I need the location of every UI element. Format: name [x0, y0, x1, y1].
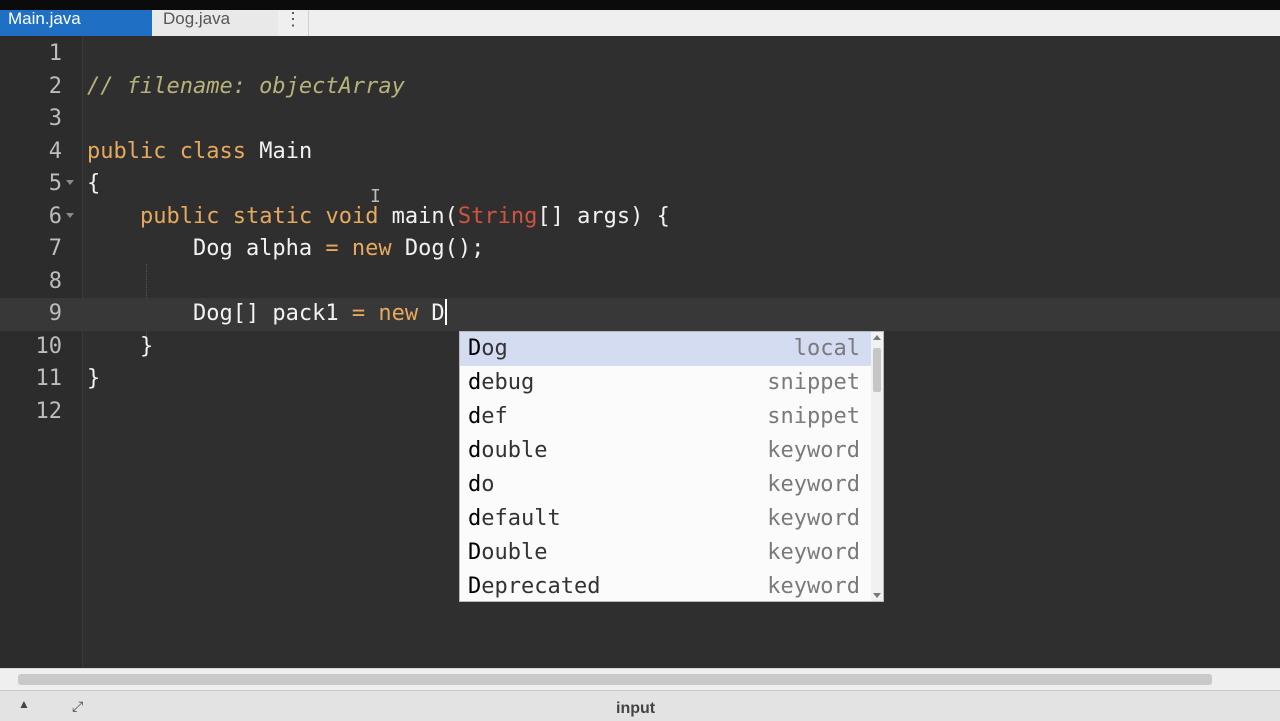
code-line-8[interactable]: 8 — [0, 266, 1280, 299]
scroll-up-arrow-icon[interactable] — [873, 335, 881, 340]
code-line-1[interactable]: 1 — [0, 38, 1280, 71]
code-text: { — [87, 171, 101, 196]
autocomplete-item-name: debug — [468, 370, 535, 395]
autocomplete-item-name: Double — [468, 540, 548, 565]
code-line-2[interactable]: 2 // filename: objectArray — [0, 71, 1280, 104]
autocomplete-item-kind: keyword — [767, 438, 860, 463]
line-number: 5 — [48, 171, 62, 196]
bottom-panel-bar: ▲ ⤢ input — [0, 690, 1280, 721]
kebab-menu-icon[interactable]: ⋮ — [278, 10, 309, 36]
line-number: 4 — [48, 138, 62, 164]
line-number: 11 — [35, 366, 63, 391]
line-number: 1 — [48, 41, 62, 66]
autocomplete-item-kind: keyword — [767, 472, 860, 497]
autocomplete-item-name: default — [468, 506, 561, 531]
autocomplete-item-dog[interactable]: Dog local — [460, 332, 872, 366]
line-number: 2 — [48, 73, 62, 99]
autocomplete-item-deprecated[interactable]: Deprecated keyword — [460, 570, 872, 601]
code-line-5[interactable]: 5 { — [0, 168, 1280, 201]
autocomplete-item-kind: keyword — [767, 506, 860, 531]
code-text: } — [87, 366, 101, 391]
line-number: 7 — [48, 236, 62, 261]
line-number: 10 — [35, 333, 63, 359]
scroll-down-arrow-icon[interactable] — [873, 593, 881, 598]
autocomplete-item-name: Deprecated — [468, 574, 601, 599]
code-text: public class Main — [87, 138, 313, 164]
autocomplete-item-do[interactable]: do keyword — [460, 468, 872, 502]
text-caret — [444, 299, 447, 325]
autocomplete-item-kind: snippet — [767, 404, 860, 429]
code-text: Dog[] pack1 = new D — [87, 299, 447, 326]
collapse-chevron-icon[interactable]: ▲ — [18, 697, 30, 711]
line-number: 12 — [35, 398, 63, 424]
code-line-4[interactable]: 4 public class Main — [0, 136, 1280, 169]
tab-dog-java[interactable]: Dog.java — [152, 10, 278, 36]
autocomplete-item-name: do — [468, 472, 495, 497]
autocomplete-item-name: def — [468, 404, 508, 429]
autocomplete-item-kind: keyword — [767, 540, 860, 565]
autocomplete-popup[interactable]: Dog local debug snippet def snippet double keyw… — [459, 331, 884, 602]
input-panel-label: input — [616, 700, 656, 717]
line-number: 3 — [48, 106, 62, 131]
code-line-9-current[interactable]: 9 Dog[] pack1 = new D — [0, 298, 1280, 331]
autocomplete-item-kind: local — [793, 336, 860, 361]
autocomplete-item-debug[interactable]: debug snippet — [460, 366, 872, 400]
autocomplete-item-double[interactable]: Double keyword — [460, 536, 872, 570]
code-line-3[interactable]: 3 — [0, 103, 1280, 136]
autocomplete-scrollbar[interactable] — [871, 332, 883, 601]
autocomplete-item-kind: snippet — [767, 370, 860, 395]
line-number: 6 — [48, 203, 62, 229]
autocomplete-item-double[interactable]: double keyword — [460, 434, 872, 468]
fold-arrow-icon[interactable] — [66, 180, 74, 185]
autocomplete-item-name: double — [468, 438, 548, 463]
horizontal-scrollbar[interactable] — [0, 668, 1280, 691]
code-line-6[interactable]: 6 public static void main(String[] args)… — [0, 201, 1280, 234]
autocomplete-item-def[interactable]: def snippet — [460, 400, 872, 434]
code-line-7[interactable]: 7 Dog alpha = new Dog(); — [0, 233, 1280, 266]
autocomplete-item-default[interactable]: default keyword — [460, 502, 872, 536]
horizontal-scrollbar-thumb[interactable] — [18, 674, 1212, 685]
text-cursor-icon: I — [370, 186, 381, 207]
tab-main-java[interactable]: Main.java — [0, 10, 152, 36]
code-text: Dog alpha = new Dog(); — [87, 236, 485, 261]
code-comment: // filename: objectArray — [87, 73, 405, 99]
scrollbar-thumb[interactable] — [873, 348, 881, 392]
code-text: } — [87, 333, 154, 359]
line-number: 9 — [48, 301, 62, 326]
line-number: 8 — [48, 268, 62, 294]
fold-arrow-icon[interactable] — [66, 212, 74, 218]
expand-icon[interactable]: ⤢ — [72, 698, 83, 715]
autocomplete-item-kind: keyword — [767, 574, 860, 599]
tab-bar: Main.java Dog.java ⋮ — [0, 10, 1280, 37]
autocomplete-item-name: Dog — [468, 336, 508, 361]
